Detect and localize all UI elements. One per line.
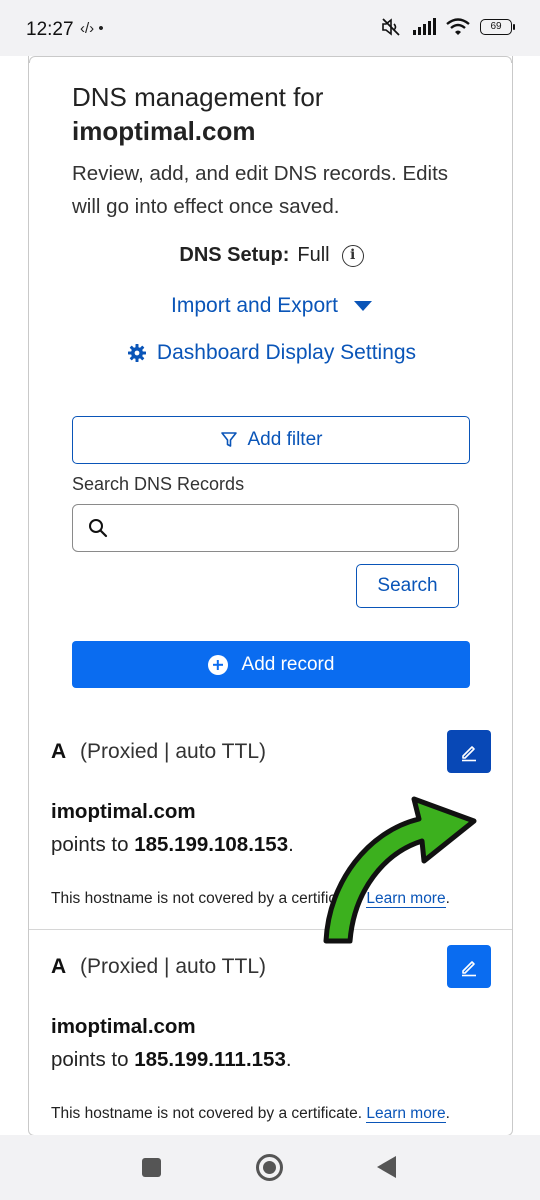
signal-icon: [413, 18, 436, 35]
dashboard-display-settings-label: Dashboard Display Settings: [156, 341, 417, 364]
plus-circle-icon: [207, 654, 228, 675]
record-host: imoptimal.com: [51, 1015, 196, 1038]
dns-record: A (Proxied | auto TTL) imoptimal.com poi…: [29, 931, 512, 1135]
learn-more-link[interactable]: Learn more: [366, 1105, 446, 1123]
mute-icon: [382, 18, 400, 36]
record-ip: 185.199.111.153: [134, 1048, 286, 1071]
dns-setup-value: Full: [297, 244, 330, 266]
caret-down-icon: [353, 301, 372, 311]
record-host: imoptimal.com: [51, 800, 196, 823]
status-bar: 12:27 ‹/› • 69: [0, 0, 540, 56]
import-export-link[interactable]: Import and Export: [29, 294, 512, 318]
certificate-note-text: This hostname is not covered by a certif…: [51, 1105, 363, 1122]
dns-setup: DNS Setup: Full i: [29, 244, 512, 267]
record-meta: (Proxied | auto TTL): [80, 740, 266, 763]
dns-setup-label: DNS Setup:: [179, 244, 290, 266]
search-button[interactable]: Search: [356, 564, 459, 608]
filter-icon: [220, 432, 237, 447]
add-record-button[interactable]: Add record: [72, 641, 470, 688]
record-type-line: A (Proxied | auto TTL): [51, 955, 266, 979]
record-meta: (Proxied | auto TTL): [80, 955, 266, 978]
title-prefix: DNS management for: [72, 82, 324, 112]
back-button[interactable]: [377, 1156, 396, 1178]
record-type: A: [51, 955, 67, 978]
points-suffix: .: [285, 1048, 292, 1071]
edit-record-button[interactable]: [447, 945, 491, 988]
green-arrow-annotation: [323, 796, 477, 944]
title-domain: imoptimal.com: [72, 116, 256, 146]
pencil-icon: [462, 960, 476, 976]
record-ip: 185.199.108.153: [134, 833, 289, 856]
points-suffix: .: [288, 833, 294, 856]
dashboard-display-settings-link[interactable]: Dashboard Display Settings: [29, 341, 512, 365]
add-filter-button[interactable]: Add filter: [72, 416, 470, 464]
home-button[interactable]: [256, 1154, 283, 1181]
status-icons: 69: [380, 16, 515, 38]
pencil-icon: [462, 745, 476, 761]
wifi-icon: [446, 18, 470, 35]
certificate-note: This hostname is not covered by a certif…: [51, 1105, 450, 1123]
record-type-line: A (Proxied | auto TTL): [51, 740, 266, 764]
points-prefix: points to: [51, 833, 129, 856]
status-extra: ‹/› •: [80, 20, 104, 37]
search-button-label: Search: [377, 575, 438, 596]
points-prefix: points to: [51, 1048, 129, 1071]
record-type: A: [51, 740, 67, 763]
battery-icon: 69: [480, 19, 515, 35]
recents-button[interactable]: [142, 1158, 161, 1177]
dns-management-card: DNS management for imoptimal.com Review,…: [28, 56, 513, 1136]
search-dns-records-label: Search DNS Records: [72, 474, 245, 494]
page-description: Review, add, and edit DNS records. Edits…: [72, 162, 449, 218]
search-input[interactable]: [72, 504, 459, 552]
import-export-label: Import and Export: [171, 294, 338, 317]
page-title: DNS management for imoptimal.com: [72, 80, 323, 148]
gear-icon: [127, 344, 146, 362]
system-nav-bar: [0, 1135, 540, 1200]
info-icon[interactable]: i: [341, 244, 364, 267]
record-points-to: points to 185.199.108.153.: [51, 833, 294, 857]
search-icon: [89, 519, 108, 538]
edit-record-button[interactable]: [447, 730, 491, 773]
add-filter-label: Add filter: [247, 429, 323, 450]
record-points-to: points to 185.199.111.153.: [51, 1048, 292, 1072]
add-record-label: Add record: [241, 653, 335, 675]
status-time: 12:27: [26, 19, 74, 40]
